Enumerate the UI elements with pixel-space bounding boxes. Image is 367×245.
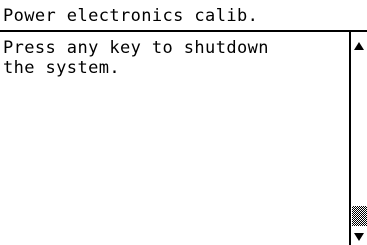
scroll-down-button[interactable] [351, 229, 367, 245]
screen-title: Power electronics calib. [3, 6, 259, 26]
scrollbar-thumb[interactable] [352, 206, 367, 226]
vertical-scrollbar[interactable] [349, 32, 367, 245]
triangle-up-icon [354, 42, 364, 50]
message-panel: Press any key to shutdown the system. [0, 30, 367, 245]
triangle-down-icon [354, 233, 364, 241]
message-text: Press any key to shutdown the system. [3, 38, 269, 78]
scroll-up-button[interactable] [351, 38, 367, 54]
